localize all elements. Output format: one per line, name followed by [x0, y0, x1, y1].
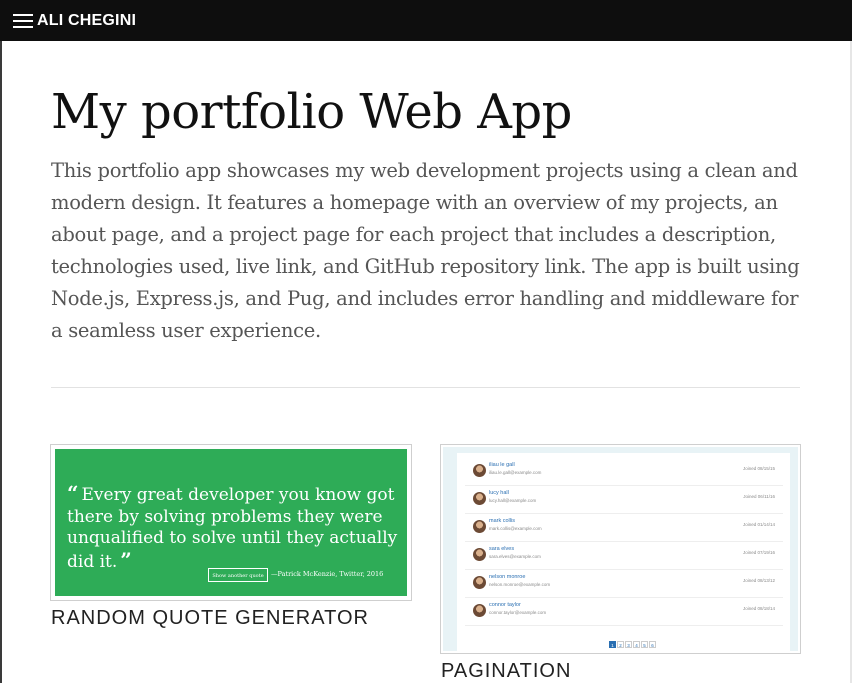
project-caption-pagination[interactable]: PAGINATION	[441, 660, 571, 683]
list-item: nelson monroe nelson.monroe@example.com …	[465, 571, 783, 598]
student-email: connor.taylor@example.com	[489, 610, 547, 615]
student-joined-date: Joined 07/19/16	[742, 550, 775, 555]
hamburger-menu-icon[interactable]	[13, 13, 33, 29]
page-description: This portfolio app showcases my web deve…	[51, 159, 800, 342]
close-quote-mark: ”	[120, 547, 132, 572]
student-email: lucy.hall@example.com	[489, 498, 537, 503]
student-joined-date: Joined 08/18/14	[742, 606, 775, 611]
pagination-thumbnail-background: iliau le gall iliau.le.gall@example.com …	[443, 447, 798, 651]
student-name: connor taylor	[489, 602, 521, 608]
page-button-3: 3	[625, 641, 632, 648]
quote-thumbnail-text: “Every great developer you know got ther…	[67, 481, 402, 573]
avatar	[473, 548, 486, 561]
avatar	[473, 576, 486, 589]
list-item: sara elves sara.elves@example.com Joined…	[465, 543, 783, 570]
avatar	[473, 492, 486, 505]
student-email: iliau.le.gall@example.com	[489, 470, 542, 475]
avatar	[473, 464, 486, 477]
show-another-quote-button: Show another quote	[208, 568, 268, 582]
avatar	[473, 520, 486, 533]
top-navbar: ALI CHEGINI	[0, 0, 852, 41]
project-caption-random-quote[interactable]: RANDOM QUOTE GENERATOR	[51, 607, 369, 630]
student-email: sara.elves@example.com	[489, 554, 541, 559]
section-divider	[51, 387, 800, 388]
quote-body: Every great developer you know got there…	[67, 485, 398, 572]
page-button-4: 4	[633, 641, 640, 648]
list-item: lucy hall lucy.hall@example.com Joined 0…	[465, 487, 783, 514]
project-thumbnail-random-quote[interactable]: “Every great developer you know got ther…	[50, 444, 412, 601]
page-button-6: 6	[649, 641, 656, 648]
student-name: iliau le gall	[489, 462, 515, 468]
page-title: My portfolio Web App	[51, 84, 572, 140]
quote-thumbnail-background: “Every great developer you know got ther…	[55, 449, 407, 596]
list-item: iliau le gall iliau.le.gall@example.com …	[465, 459, 783, 486]
quote-citation: —Patrick McKenzie, Twitter, 2016	[271, 570, 384, 578]
open-quote-mark: “	[67, 481, 79, 505]
list-item: connor taylor connor.taylor@example.com …	[465, 599, 783, 626]
left-edge	[0, 0, 2, 683]
student-joined-date: Joined 08/15/15	[742, 466, 775, 471]
student-name: nelson monroe	[489, 574, 526, 580]
page-button-2: 2	[617, 641, 624, 648]
page-button-5: 5	[641, 641, 648, 648]
project-thumbnail-pagination[interactable]: iliau le gall iliau.le.gall@example.com …	[440, 444, 801, 654]
student-joined-date: Joined 01/14/14	[742, 522, 775, 527]
list-item: mark collis mark.collis@example.com Join…	[465, 515, 783, 542]
student-name: lucy hall	[489, 490, 509, 496]
avatar	[473, 604, 486, 617]
student-joined-date: Joined 06/11/16	[743, 494, 775, 499]
student-email: mark.collis@example.com	[489, 526, 542, 531]
student-name: mark collis	[489, 518, 515, 524]
page-button-1: 1	[609, 641, 616, 648]
brand-link[interactable]: ALI CHEGINI	[37, 12, 136, 30]
student-name: sara elves	[489, 546, 515, 552]
student-email: nelson.monroe@example.com	[489, 582, 551, 587]
pagination-student-list: iliau le gall iliau.le.gall@example.com …	[457, 453, 790, 651]
student-joined-date: Joined 08/13/12	[742, 578, 775, 583]
pagination-controls: 1 2 3 4 5 6	[609, 641, 656, 648]
